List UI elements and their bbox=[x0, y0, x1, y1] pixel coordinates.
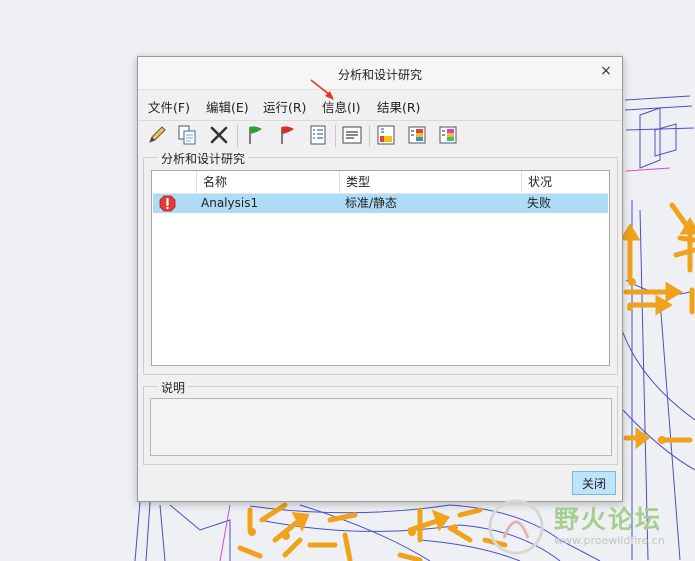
menu-file[interactable]: 文件(F) bbox=[148, 97, 190, 116]
menu-edit[interactable]: 编辑(E) bbox=[206, 97, 249, 116]
copy-icon[interactable] bbox=[176, 124, 198, 146]
red-flag-icon[interactable] bbox=[276, 124, 298, 146]
column-header-status[interactable]: 状况 bbox=[521, 171, 609, 193]
column-header-name[interactable]: 名称 bbox=[196, 171, 339, 193]
description-group-legend: 说明 bbox=[158, 379, 189, 396]
menu-run[interactable]: 运行(R) bbox=[263, 97, 306, 116]
column-header-type[interactable]: 类型 bbox=[339, 171, 521, 193]
watermark-text: 野火论坛 bbox=[554, 505, 663, 534]
study-type: 标准/静态 bbox=[345, 196, 398, 210]
menubar: 文件(F) 编辑(E) 运行(R) 信息(I) 结果(R) bbox=[138, 90, 622, 120]
analysis-design-study-dialog: 分析和设计研究 × 文件(F) 编辑(E) 运行(R) 信息(I) 结果(R) bbox=[137, 56, 623, 502]
description-textarea[interactable] bbox=[150, 398, 612, 456]
annotation-arrow-icon bbox=[310, 79, 334, 100]
delete-icon[interactable] bbox=[208, 124, 230, 146]
info-panel-icon[interactable] bbox=[341, 124, 363, 146]
studies-list[interactable]: 名称 类型 状况 Analysis1 标准/静态 失败 bbox=[151, 170, 610, 366]
toolbar-separator bbox=[335, 125, 336, 147]
toolbar bbox=[138, 120, 622, 151]
watermark: 野火论坛 www.proewildfire.cn bbox=[484, 496, 689, 558]
wireframe-right bbox=[621, 95, 695, 561]
toolbar-separator bbox=[237, 125, 238, 147]
checklist-icon[interactable] bbox=[307, 124, 329, 146]
watermark-subtext: www.proewildfire.cn bbox=[554, 534, 665, 547]
table-row[interactable]: Analysis1 标准/静态 失败 bbox=[153, 194, 608, 213]
toolbar-separator bbox=[369, 125, 370, 147]
list-header: 名称 类型 状况 bbox=[152, 171, 609, 194]
close-button[interactable]: 关闭 bbox=[572, 471, 616, 495]
study-name: Analysis1 bbox=[201, 196, 259, 210]
menu-results[interactable]: 结果(R) bbox=[377, 97, 420, 116]
pencil-icon[interactable] bbox=[146, 124, 168, 146]
watermark-logo-icon bbox=[488, 499, 544, 555]
green-flag-icon[interactable] bbox=[244, 124, 266, 146]
error-icon bbox=[159, 195, 176, 212]
studies-group-legend: 分析和设计研究 bbox=[158, 150, 249, 167]
close-icon[interactable]: × bbox=[599, 64, 613, 78]
dialog-titlebar[interactable]: 分析和设计研究 × bbox=[138, 57, 622, 90]
dialog-title: 分析和设计研究 bbox=[337, 68, 422, 82]
column-header-icon bbox=[152, 171, 196, 193]
study-status: 失败 bbox=[527, 196, 552, 210]
results-compare-icon[interactable] bbox=[406, 124, 428, 146]
results-report-icon[interactable] bbox=[437, 124, 459, 146]
results-icon[interactable] bbox=[375, 124, 397, 146]
